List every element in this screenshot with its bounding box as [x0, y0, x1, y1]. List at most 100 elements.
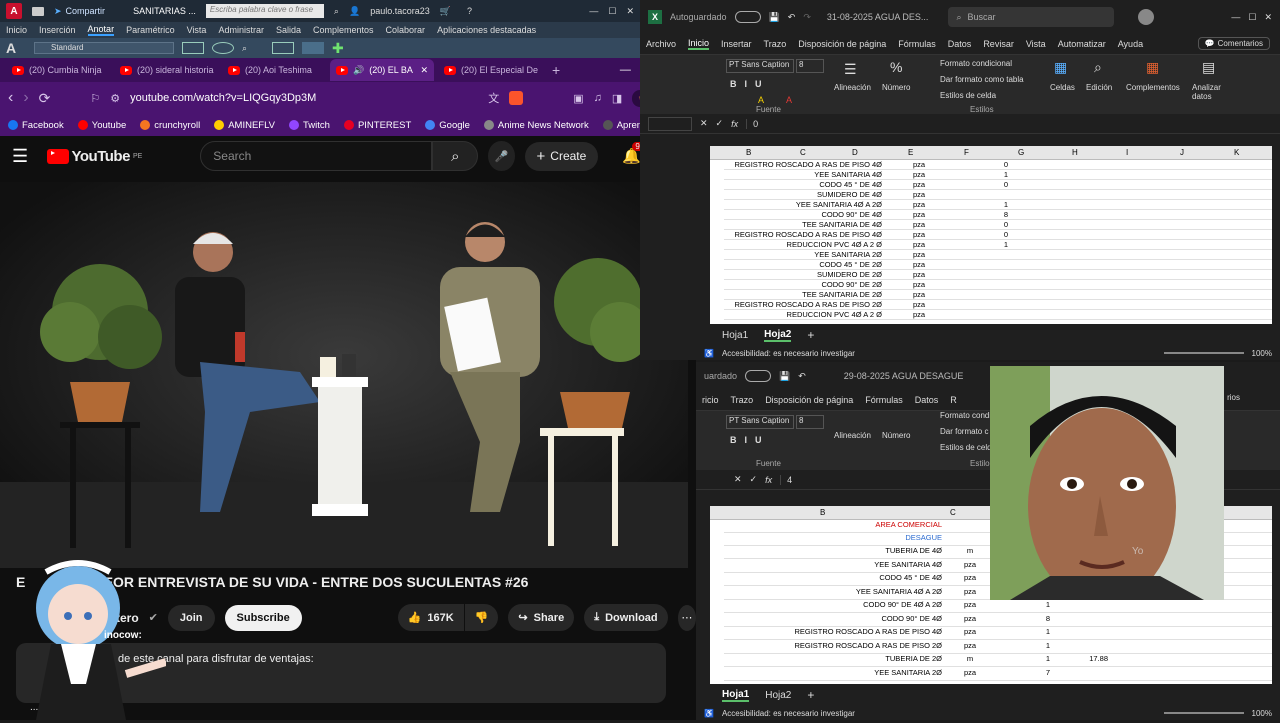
add-sheet-icon[interactable]: + — [807, 688, 814, 702]
font-select[interactable]: PT Sans Caption — [726, 59, 794, 73]
hatch-icon[interactable] — [302, 42, 324, 54]
formula-input[interactable]: 0 — [746, 118, 1272, 129]
align-icon[interactable]: ☰ — [844, 61, 857, 78]
autocad-menu-item[interactable]: Aplicaciones destacadas — [437, 25, 536, 35]
ribbon-tab[interactable]: ricio — [702, 395, 719, 405]
percent-icon[interactable]: % — [890, 59, 902, 75]
zoom-slider[interactable] — [1163, 352, 1244, 354]
cell-description[interactable]: REDUCCION PVC 4Ø A 2 Ø — [724, 240, 884, 250]
cell-unit[interactable]: pza — [946, 627, 996, 637]
cells-icon[interactable]: ▦ — [1054, 59, 1067, 76]
cell-description[interactable]: SUMIDERO DE 2Ø — [724, 270, 884, 280]
dislike-button[interactable]: 👎 — [464, 604, 499, 631]
more-actions-button[interactable]: ⋯ — [677, 604, 696, 631]
folder-icon[interactable] — [32, 6, 44, 16]
cell-quantity[interactable] — [956, 260, 1010, 270]
group-numero[interactable]: Número — [882, 83, 910, 92]
enter-icon[interactable]: ✓ — [716, 118, 724, 129]
autosave-toggle[interactable] — [745, 370, 772, 382]
ribbon-tab[interactable]: Disposición de página — [765, 395, 853, 405]
excel-search-input[interactable]: ⌕ Buscar — [948, 7, 1115, 27]
subscribe-button[interactable]: Subscribe — [224, 604, 302, 631]
font-size-select[interactable]: 8 — [796, 59, 824, 73]
analyze-data-icon[interactable]: ▤ — [1202, 59, 1215, 76]
column-header[interactable]: K — [1234, 148, 1239, 157]
bookmark-item[interactable]: Anime News Network — [483, 120, 589, 131]
hamburger-icon[interactable]: ☰ — [12, 146, 37, 167]
leader-icon[interactable] — [212, 42, 234, 54]
sheet-tab[interactable]: Hoja1 — [722, 330, 748, 341]
cell-unit[interactable]: m — [946, 546, 996, 556]
edit-search-icon[interactable]: ⌕ — [1094, 59, 1102, 76]
music-icon[interactable]: ♫ — [594, 92, 602, 104]
url-field[interactable]: youtube.com/watch?v=LIQGqy3Dp3M — [130, 92, 478, 104]
cancel-icon[interactable]: ✕ — [700, 118, 708, 129]
table-row[interactable]: CODO 90° DE 4Ø A 2Ø pza 1 — [724, 600, 1272, 613]
youtube-logo[interactable]: YouTube PE — [46, 148, 142, 165]
back-icon[interactable]: ‹ — [8, 89, 13, 107]
table-row[interactable]: REGISTRO ROSCADO A RAS DE PISO 4Ø pza 0 — [724, 230, 1272, 240]
redo-icon[interactable]: ↷ — [803, 12, 811, 23]
cell-description[interactable]: CODO 45 ° DE 4Ø — [724, 573, 944, 583]
cell-unit[interactable]: pza — [884, 210, 956, 220]
ribbon-tab[interactable]: Inicio — [688, 38, 710, 50]
cell-quantity[interactable]: 0 — [956, 220, 1010, 230]
close-icon[interactable]: ✕ — [626, 6, 634, 17]
cell-description[interactable]: YEE SANITARIA 2Ø — [724, 668, 944, 678]
cell-unit[interactable]: pza — [884, 310, 956, 320]
cell-description[interactable]: YEE SANITARIA 4Ø A 2Ø — [724, 587, 944, 597]
cart-icon[interactable]: 🛒 — [440, 6, 451, 17]
undo-icon[interactable]: ↶ — [798, 371, 806, 382]
new-tab-icon[interactable]: + — [552, 62, 560, 78]
autocad-menu-item[interactable]: Vista — [187, 25, 207, 35]
conditional-format-button[interactable]: Formato condic — [940, 411, 995, 420]
group-numero[interactable]: Número — [882, 431, 910, 440]
cell-description[interactable]: REGISTRO ROSCADO A RAS DE PISO 2Ø — [724, 300, 884, 310]
cell-quantity[interactable] — [956, 300, 1010, 310]
cell-unit[interactable]: pza — [946, 668, 996, 678]
cell-description[interactable]: TEE SANITARIA DE 4Ø — [724, 220, 884, 230]
cell-description[interactable]: TUBERIA DE 4Ø — [724, 546, 944, 556]
create-button[interactable]: + Create — [524, 141, 599, 171]
cell-description[interactable]: CODO 90° DE 4Ø — [724, 614, 944, 624]
maximize-icon[interactable]: ☐ — [608, 6, 616, 17]
cell-description[interactable]: REGISTRO ROSCADO A RAS DE PISO 4Ø — [724, 160, 884, 170]
group-celdas[interactable]: Celdas — [1050, 83, 1075, 92]
table-row[interactable]: YEE SANITARIA 2Ø pza 7 — [724, 668, 1272, 681]
text-tool-icon[interactable]: A — [6, 40, 26, 56]
table-row[interactable]: TEE SANITARIA DE 4Ø pza 0 — [724, 220, 1272, 230]
column-header[interactable]: H — [1072, 148, 1078, 157]
cell-unit[interactable]: pza — [884, 220, 956, 230]
cell-styles-button[interactable]: Estilos de celda — [940, 91, 996, 100]
text-style-select[interactable]: Standard — [34, 42, 174, 54]
group-alineacion[interactable]: Alineación — [834, 431, 871, 440]
save-icon[interactable]: 💾 — [779, 371, 790, 382]
search-tool-icon[interactable]: ⌕ — [242, 43, 264, 54]
table-row[interactable]: REGISTRO ROSCADO A RAS DE PISO 4Ø pza 1 — [724, 627, 1272, 640]
cell-unit[interactable]: pza — [884, 180, 956, 190]
ribbon-tab[interactable]: R — [950, 395, 957, 405]
accessibility-status[interactable]: Accesibilidad: es necesario investigar — [722, 709, 855, 718]
sheet-tab[interactable]: Hoja2 — [765, 690, 791, 701]
group-analizar[interactable]: Analizar datos — [1192, 83, 1232, 101]
notifications-button[interactable]: 🔔 9+ — [622, 142, 648, 165]
cell-quantity[interactable]: 0 — [956, 160, 1010, 170]
site-info-icon[interactable]: ⚙ — [110, 92, 120, 105]
ribbon-tab[interactable]: Disposición de página — [798, 39, 886, 49]
cell-quantity[interactable]: 1 — [956, 240, 1010, 250]
comments-partial[interactable]: rios — [1227, 393, 1240, 402]
maximize-icon[interactable]: ☐ — [1248, 12, 1256, 23]
fx-icon[interactable]: fx — [731, 119, 738, 129]
autocad-menu-item[interactable]: Paramétrico — [126, 25, 175, 35]
column-header[interactable]: D — [852, 148, 858, 157]
join-button[interactable]: Join — [167, 604, 215, 631]
column-header[interactable]: C — [800, 148, 806, 157]
cell-quantity[interactable]: 1 — [996, 627, 1052, 637]
share-button[interactable]: ↪ Share — [508, 604, 575, 631]
brave-shield-icon[interactable] — [509, 91, 524, 105]
zoom-slider[interactable] — [1163, 712, 1244, 714]
minimize-icon[interactable]: — — [589, 6, 598, 16]
table-row[interactable]: CODO 45 ° DE 4Ø pza 0 — [724, 180, 1272, 190]
cell-unit[interactable]: pza — [946, 614, 996, 624]
cell-description[interactable]: REGISTRO ROSCADO A RAS DE PISO 4Ø — [724, 230, 884, 240]
